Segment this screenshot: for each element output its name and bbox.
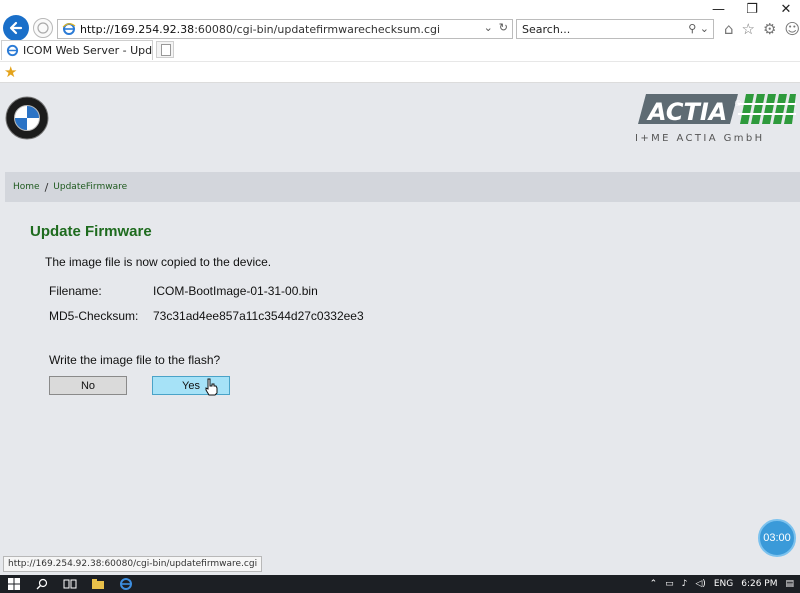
minimize-button[interactable]: — xyxy=(712,2,725,17)
browser-chrome: — ❐ ✕ http://169.254.92.38:60080/cgi-bin… xyxy=(0,0,800,83)
toolbar-icons: ⌂ ☆ ⚙ ☺ xyxy=(724,20,800,38)
md5-value: 73c31ad4ee857a11c3544d27c0332ee3 xyxy=(153,309,364,323)
smiley-icon[interactable]: ☺ xyxy=(784,20,800,38)
back-button[interactable] xyxy=(3,15,29,41)
search-box[interactable]: Search... ⚲ ⌄ xyxy=(516,19,714,39)
window-controls: — ❐ ✕ xyxy=(712,2,792,17)
search-icon[interactable]: ⚲ ⌄ xyxy=(688,22,709,35)
favorites-bar: ★ xyxy=(0,61,800,82)
ie-taskbar-icon xyxy=(120,578,132,590)
microphone-icon[interactable]: ♪ xyxy=(682,579,688,589)
countdown-timer: 03:00 xyxy=(758,519,796,557)
search-taskbar-button[interactable] xyxy=(28,575,56,593)
close-button[interactable]: ✕ xyxy=(780,2,792,17)
ie-taskbar-button[interactable] xyxy=(112,575,140,593)
back-arrow-icon xyxy=(9,21,23,35)
search-dropdown-icon[interactable]: ⌄ xyxy=(484,21,493,34)
svg-text:ACTIA: ACTIA xyxy=(646,98,727,126)
windows-start-icon xyxy=(8,578,20,590)
filename-row: Filename: ICOM-BootImage-01-31-00.bin xyxy=(49,284,318,298)
system-tray: ⌃ ▭ ♪ ◁) ENG 6:26 PM ▤ xyxy=(650,575,794,593)
file-explorer-button[interactable] xyxy=(84,575,112,593)
no-button[interactable]: No xyxy=(49,376,127,395)
actia-subtitle: I+ME ACTIA GmbH xyxy=(635,133,765,144)
hand-cursor-icon xyxy=(205,378,218,396)
refresh-icon[interactable]: ↻ xyxy=(499,21,508,34)
favorites-icon[interactable]: ☆ xyxy=(742,20,755,38)
new-tab-button[interactable] xyxy=(156,41,174,58)
browser-tab[interactable]: ICOM Web Server - Update ... × xyxy=(1,40,153,60)
forward-button[interactable] xyxy=(33,18,53,38)
filename-value: ICOM-BootImage-01-31-00.bin xyxy=(153,284,318,298)
task-view-button[interactable] xyxy=(56,575,84,593)
tab-title: ICOM Web Server - Update ... xyxy=(23,44,153,57)
task-view-icon xyxy=(63,579,77,589)
breadcrumb-separator: / xyxy=(44,180,49,194)
network-icon[interactable]: ▭ xyxy=(665,579,674,589)
address-tools: ⌄ ↻ xyxy=(484,21,508,34)
url-text: http://169.254.92.38:60080/cgi-bin/updat… xyxy=(80,22,441,36)
chevron-up-icon[interactable]: ⌃ xyxy=(650,579,658,589)
breadcrumb: Home / UpdateFirmware xyxy=(5,172,800,202)
status-message: The image file is now copied to the devi… xyxy=(45,255,272,269)
volume-icon[interactable]: ◁) xyxy=(695,579,705,589)
filename-label: Filename: xyxy=(49,284,102,298)
home-icon[interactable]: ⌂ xyxy=(724,20,734,38)
md5-label: MD5-Checksum: xyxy=(49,309,139,323)
web-page: ACTIA ® I+ME ACTIA GmbH Home / UpdateFir… xyxy=(0,83,800,575)
ie-icon xyxy=(6,44,19,57)
page-title: Update Firmware xyxy=(30,223,152,240)
breadcrumb-current-link[interactable]: UpdateFirmware xyxy=(53,182,127,192)
bmw-logo xyxy=(5,96,49,140)
search-placeholder: Search... xyxy=(522,22,571,36)
notifications-icon[interactable]: ▤ xyxy=(785,579,794,589)
yes-button[interactable]: Yes xyxy=(152,376,230,395)
ie-icon xyxy=(62,23,76,35)
restore-button[interactable]: ❐ xyxy=(746,2,758,17)
firmware-panel: Update Firmware The image file is now co… xyxy=(30,223,364,395)
search-taskbar-icon xyxy=(36,578,48,590)
language-indicator[interactable]: ENG xyxy=(714,579,733,589)
clock[interactable]: 6:26 PM xyxy=(741,579,777,589)
flash-question: Write the image file to the flash? xyxy=(49,353,221,367)
address-bar[interactable]: http://169.254.92.38:60080/cgi-bin/updat… xyxy=(57,19,513,39)
md5-row: MD5-Checksum: 73c31ad4ee857a11c3544d27c03… xyxy=(49,309,364,323)
settings-gear-icon[interactable]: ⚙ xyxy=(763,20,776,38)
windows-start-button[interactable] xyxy=(0,575,28,593)
taskbar: ⌃ ▭ ♪ ◁) ENG 6:26 PM ▤ xyxy=(0,575,800,593)
file-explorer-icon xyxy=(92,579,104,589)
favorites-star-icon[interactable]: ★ xyxy=(4,63,17,81)
forward-icon xyxy=(37,22,49,34)
breadcrumb-home-link[interactable]: Home xyxy=(13,182,40,192)
status-bar-url: http://169.254.92.38:60080/cgi-bin/updat… xyxy=(3,556,263,572)
